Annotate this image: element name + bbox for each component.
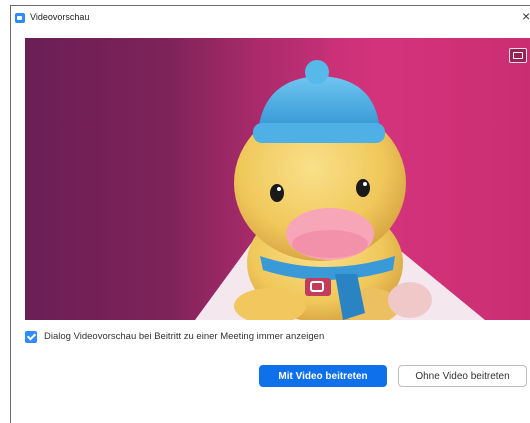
join-with-video-button[interactable]: Mit Video beitreten: [259, 365, 387, 387]
video-preview: [25, 38, 530, 320]
window-title: Videovorschau: [30, 12, 90, 22]
always-show-preview-checkbox[interactable]: [25, 331, 37, 343]
zoom-camera-icon: [15, 13, 25, 23]
title-bar: Videovorschau ×: [11, 6, 530, 32]
join-without-video-button[interactable]: Ohne Video beitreten: [398, 365, 527, 387]
switch-camera-icon[interactable]: [509, 48, 527, 63]
close-icon[interactable]: ×: [522, 9, 530, 23]
video-preview-dialog: Videovorschau × Dialog Videovorschau bei…: [10, 5, 530, 423]
camera-feed-image: [195, 38, 530, 320]
always-show-preview-label: Dialog Videovorschau bei Beitritt zu ein…: [44, 331, 325, 342]
